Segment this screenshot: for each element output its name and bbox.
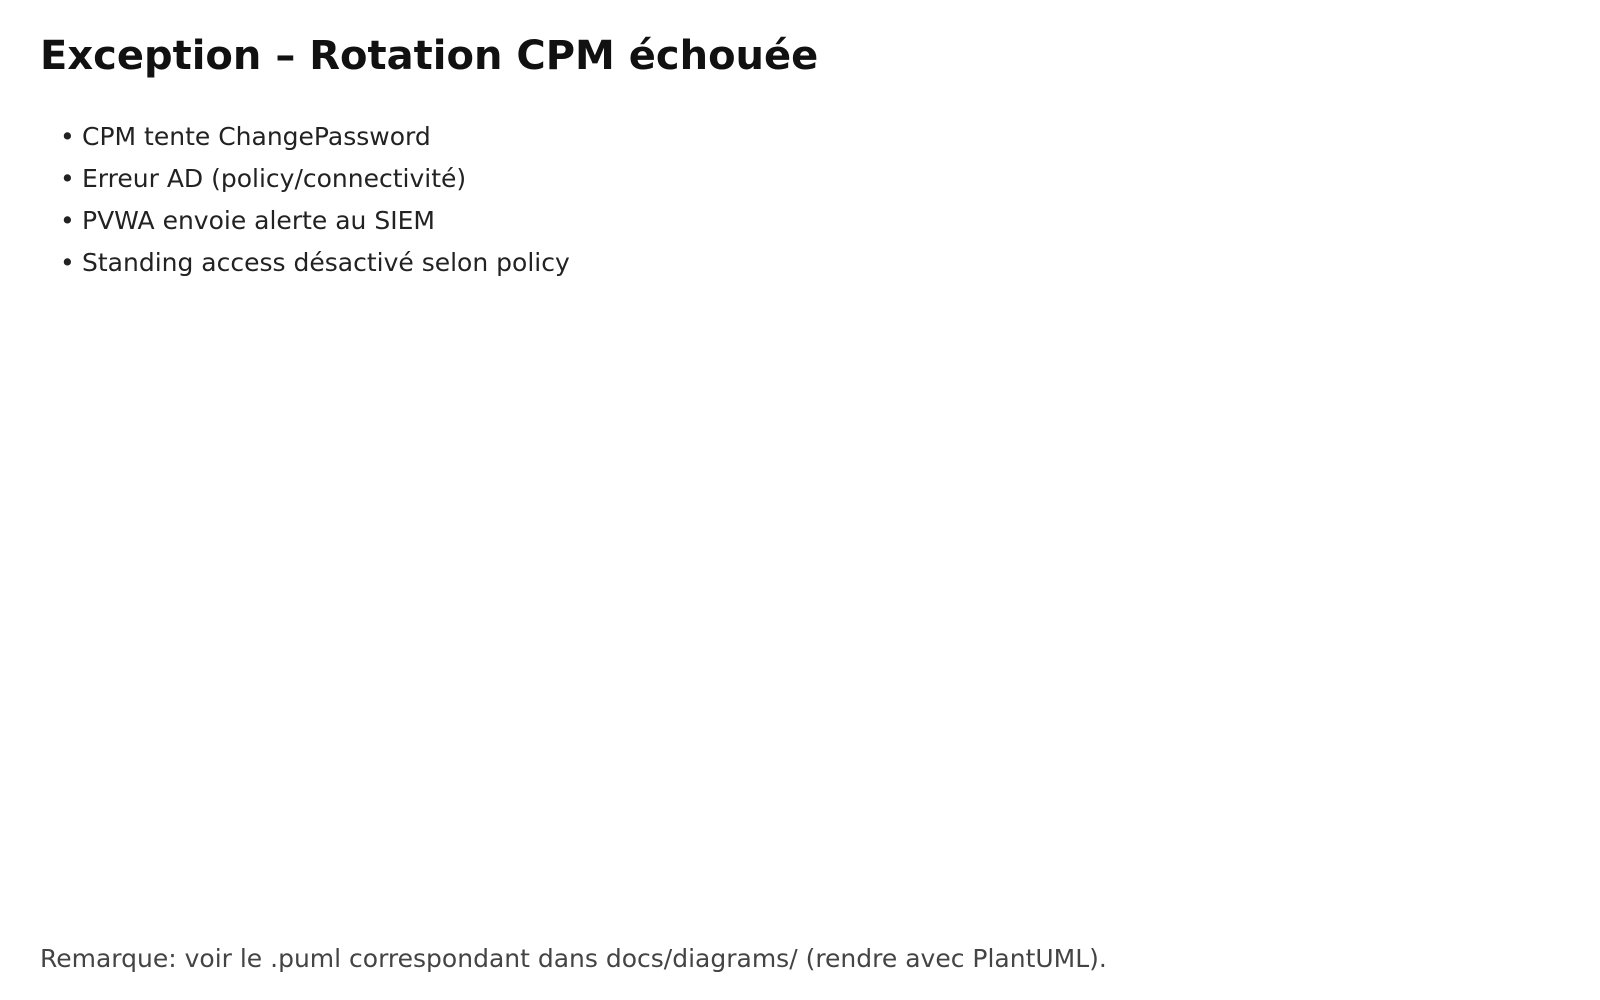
list-item-text: Erreur AD (policy/connectivité) <box>82 164 467 193</box>
bullet-icon: • <box>60 248 75 277</box>
bullet-list: • CPM tente ChangePassword • Erreur AD (… <box>60 116 570 284</box>
footer-note: Remarque: voir le .puml correspondant da… <box>40 944 1107 973</box>
page-title: Exception – Rotation CPM échouée <box>40 33 819 79</box>
list-item-text: Standing access désactivé selon policy <box>82 248 570 277</box>
bullet-icon: • <box>60 164 75 193</box>
list-item: • PVWA envoie alerte au SIEM <box>60 200 570 242</box>
bullet-icon: • <box>60 122 75 151</box>
list-item-text: PVWA envoie alerte au SIEM <box>82 206 435 235</box>
list-item: • Erreur AD (policy/connectivité) <box>60 158 570 200</box>
list-item: • CPM tente ChangePassword <box>60 116 570 158</box>
list-item-text: CPM tente ChangePassword <box>82 122 431 151</box>
list-item: • Standing access désactivé selon policy <box>60 242 570 284</box>
bullet-icon: • <box>60 206 75 235</box>
